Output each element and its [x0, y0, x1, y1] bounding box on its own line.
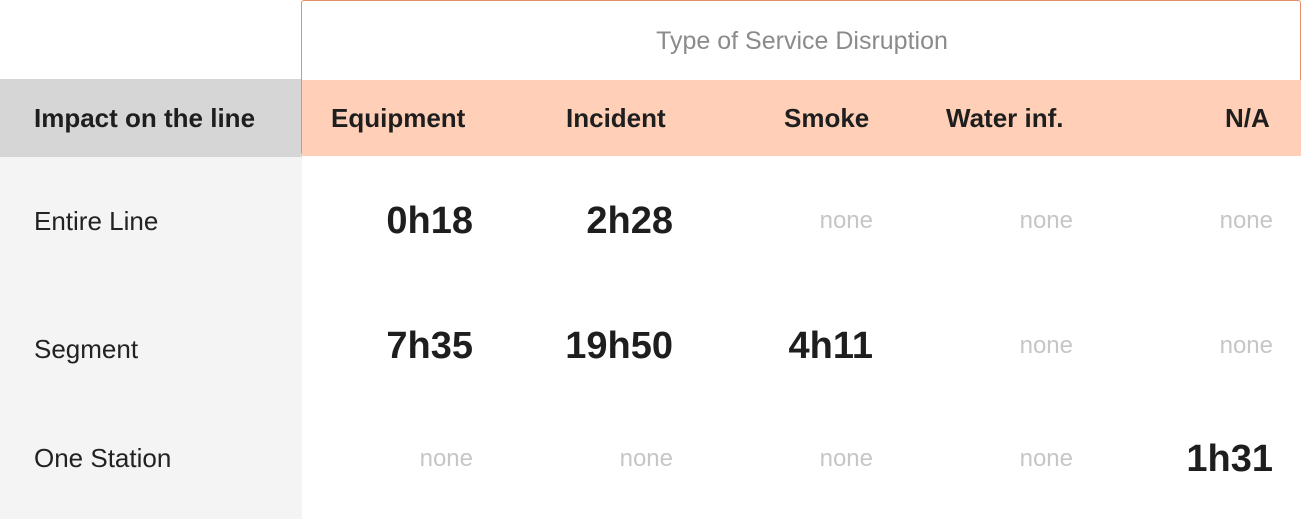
table-cell: 7h35 [386, 325, 473, 367]
column-header-smoke: Smoke [784, 103, 870, 133]
row-label-segment: Segment [34, 334, 139, 364]
row-label-one-station: One Station [34, 443, 172, 473]
table-cell: 2h28 [586, 200, 673, 242]
row-header-label: Impact on the line [34, 103, 256, 133]
table-cell: none [1019, 207, 1073, 234]
table-cell: none [419, 445, 473, 472]
table-cell: none [819, 445, 873, 472]
table-cell: 4h11 [788, 325, 873, 367]
table-cell: none [1219, 207, 1273, 234]
column-header-na: N/A [1225, 103, 1270, 133]
row-label-entire-line: Entire Line [34, 206, 159, 236]
table-cell: none [819, 207, 873, 234]
column-group-title: Type of Service Disruption [656, 27, 948, 55]
table-cell: 0h18 [386, 200, 473, 242]
table-cell: none [619, 445, 673, 472]
table-cell: none [1019, 332, 1073, 359]
column-header-incident: Incident [566, 103, 666, 133]
column-header-equipment: Equipment [331, 103, 466, 133]
table-cell: 1h31 [1186, 438, 1273, 480]
table-cell: none [1219, 332, 1273, 359]
table-cell: 19h50 [565, 325, 673, 367]
column-header-water-inf: Water inf. [946, 103, 1064, 133]
table-cell: none [1019, 445, 1073, 472]
